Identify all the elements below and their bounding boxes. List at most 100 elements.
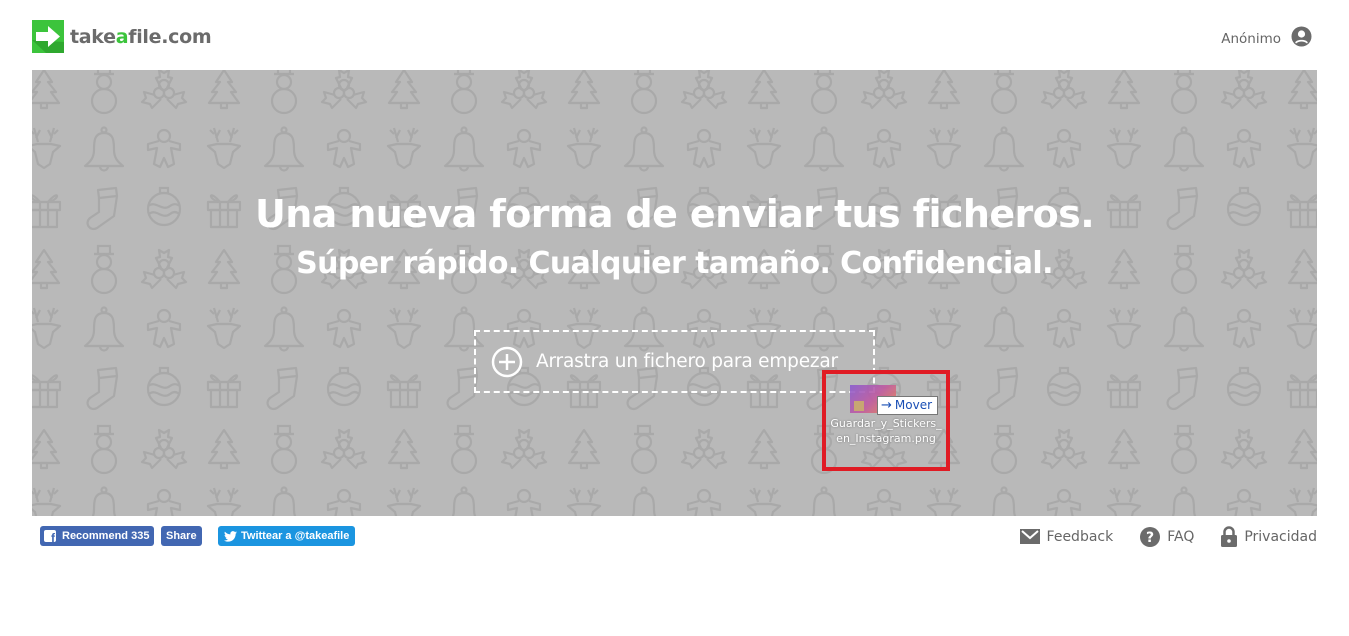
twitter-bird-icon — [224, 530, 237, 542]
pattern-bell-icon — [443, 486, 485, 516]
pattern-holly-icon — [1040, 70, 1088, 110]
hero-banner: Una nueva forma de enviar tus ficheros. … — [32, 70, 1317, 516]
pattern-ginger-icon — [506, 128, 542, 169]
pattern-snowman-icon — [450, 70, 478, 115]
pattern-deer-icon — [206, 486, 242, 516]
pattern-bell-icon — [83, 486, 125, 516]
pattern-bell-icon — [803, 126, 845, 172]
lock-icon — [1221, 526, 1238, 547]
pattern-deer-icon — [206, 306, 242, 350]
footer-links: Feedback ? FAQ Privacidad — [1019, 526, 1317, 547]
pattern-ginger-icon — [1046, 128, 1082, 169]
pattern-holly-icon — [500, 428, 548, 470]
pattern-ginger-icon — [506, 488, 542, 516]
pattern-bell-icon — [263, 306, 305, 352]
pattern-tree-icon — [387, 428, 421, 470]
user-circle-icon — [1291, 26, 1312, 51]
privacy-link[interactable]: Privacidad — [1221, 526, 1317, 547]
pattern-deer-icon — [386, 486, 422, 516]
pattern-tree-icon — [387, 70, 421, 110]
pattern-ginger-icon — [146, 488, 182, 516]
pattern-snowman-icon — [1170, 424, 1198, 475]
pattern-ornament-icon — [1046, 366, 1082, 407]
pattern-deer-icon — [566, 126, 602, 170]
pattern-tree-icon — [747, 428, 781, 470]
pattern-holly-icon — [1220, 428, 1268, 470]
feedback-link[interactable]: Feedback — [1019, 528, 1114, 545]
pattern-deer-icon — [566, 486, 602, 516]
pattern-tree-icon — [927, 70, 961, 110]
pattern-tree-icon — [1107, 70, 1141, 110]
feedback-label: Feedback — [1046, 528, 1114, 545]
pattern-gift-icon — [206, 374, 242, 409]
faq-label: FAQ — [1167, 528, 1195, 545]
header: takeafile.com Anónimo — [0, 0, 1349, 70]
pattern-bell-icon — [83, 126, 125, 172]
pattern-tree-icon — [1287, 70, 1317, 110]
logo-arrow-icon — [32, 20, 64, 53]
pattern-bell-icon — [983, 126, 1025, 172]
facebook-share-button[interactable]: Share — [161, 526, 202, 546]
pattern-ginger-icon — [866, 488, 902, 516]
pattern-deer-icon — [926, 486, 962, 516]
plus-circle-icon — [491, 346, 523, 377]
move-tooltip-label: Mover — [894, 398, 933, 412]
logo-text: takeafile.com — [70, 25, 212, 48]
pattern-bell-icon — [1163, 486, 1205, 516]
pattern-tree-icon — [1107, 428, 1141, 470]
pattern-deer-icon — [1106, 486, 1142, 516]
pattern-tree-icon — [207, 70, 241, 110]
pattern-ginger-icon — [1046, 488, 1082, 516]
pattern-bell-icon — [983, 306, 1025, 352]
hero-subtitle: Súper rápido. Cualquier tamaño. Confiden… — [296, 246, 1053, 281]
dropzone-label: Arrastra un fichero para empezar — [536, 351, 838, 372]
pattern-bell-icon — [263, 486, 305, 516]
pattern-tree-icon — [567, 70, 601, 110]
footer: Recommend 335 Share Twittear a @takeafil… — [0, 516, 1349, 556]
pattern-snowman-icon — [1170, 70, 1198, 115]
pattern-tree-icon — [567, 428, 601, 470]
facebook-recommend-label: Recommend — [62, 530, 129, 542]
pattern-gift-icon — [386, 374, 422, 409]
pattern-ornament-icon — [146, 366, 182, 407]
twitter-tweet-label: Twittear a @takeafile — [241, 530, 350, 542]
pattern-stocking-icon — [986, 366, 1019, 411]
christmas-pattern — [32, 70, 1317, 516]
pattern-deer-icon — [386, 306, 422, 350]
pattern-holly-icon — [140, 70, 188, 110]
pattern-snowman-icon — [630, 424, 658, 475]
svg-text:?: ? — [1146, 530, 1154, 546]
faq-link[interactable]: ? FAQ — [1140, 526, 1195, 547]
pattern-snowman-icon — [990, 70, 1018, 115]
pattern-ginger-icon — [686, 488, 722, 516]
user-name: Anónimo — [1221, 30, 1281, 47]
pattern-deer-icon — [926, 126, 962, 170]
pattern-bell-icon — [803, 486, 845, 516]
pattern-deer-icon — [1286, 306, 1317, 350]
pattern-snowman-icon — [90, 424, 118, 475]
pattern-stocking-icon — [266, 366, 299, 411]
pattern-deer-icon — [206, 126, 242, 170]
facebook-recommend-button[interactable]: Recommend 335 — [40, 526, 155, 546]
twitter-tweet-button[interactable]: Twittear a @takeafile — [218, 526, 356, 546]
pattern-deer-icon — [926, 306, 962, 350]
pattern-gift-icon — [1106, 374, 1142, 409]
logo-link[interactable]: takeafile.com — [32, 20, 212, 53]
file-dropzone[interactable]: Arrastra un fichero para empezar — [474, 330, 875, 393]
pattern-bell-icon — [443, 126, 485, 172]
pattern-gift-icon — [32, 374, 62, 409]
pattern-tree-icon — [1287, 428, 1317, 470]
pattern-deer-icon — [746, 126, 782, 170]
pattern-deer-icon — [1286, 126, 1317, 170]
pattern-bell-icon — [263, 126, 305, 172]
pattern-ginger-icon — [146, 128, 182, 169]
dragged-file-highlight: → Mover Guardar_y_Stickers_en_Instagram.… — [822, 370, 950, 471]
user-menu[interactable]: Anónimo — [1221, 26, 1312, 51]
pattern-holly-icon — [500, 70, 548, 110]
pattern-holly-icon — [680, 428, 728, 470]
pattern-holly-icon — [1040, 428, 1088, 470]
facebook-recommend-count: 335 — [131, 530, 150, 542]
privacy-label: Privacidad — [1244, 528, 1317, 545]
question-circle-icon: ? — [1140, 526, 1161, 547]
pattern-snowman-icon — [810, 70, 838, 115]
